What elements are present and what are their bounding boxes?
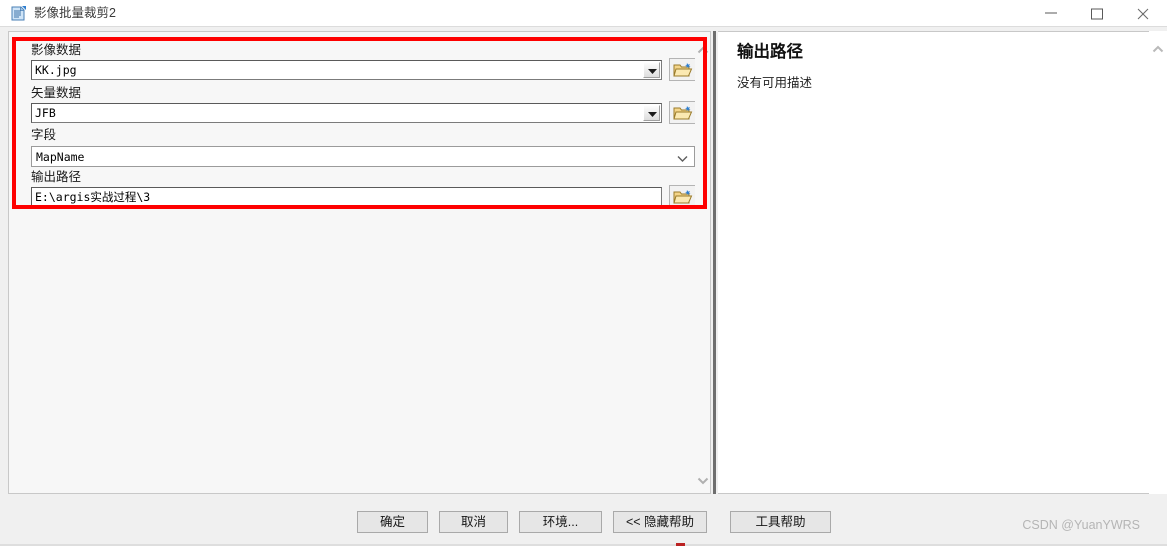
help-panel: 输出路径 没有可用描述 bbox=[718, 31, 1167, 494]
input-output-path[interactable]: E:\argis实战过程\3 bbox=[31, 187, 662, 207]
scroll-up-button[interactable] bbox=[696, 42, 709, 54]
cancel-button[interactable]: 取消 bbox=[439, 511, 508, 533]
csdn-watermark: CSDN @YuanYWRS bbox=[1022, 518, 1140, 532]
minimize-button[interactable] bbox=[1029, 0, 1075, 27]
open-folder-icon bbox=[673, 63, 693, 77]
window-title: 影像批量裁剪2 bbox=[34, 6, 116, 20]
browse-vector-data-button[interactable] bbox=[669, 101, 696, 124]
chevron-down-icon bbox=[677, 156, 688, 162]
input-raster-data[interactable]: KK.jpg bbox=[31, 60, 662, 80]
chevron-up-icon bbox=[697, 46, 708, 54]
input-vector-data[interactable]: JFB bbox=[31, 103, 662, 123]
label-vector-data: 矢量数据 bbox=[31, 86, 82, 100]
browse-raster-data-button[interactable] bbox=[669, 58, 696, 81]
open-folder-icon bbox=[673, 106, 693, 120]
parameters-form: 影像数据 KK.jpg 矢量数据 JFB 字段 MapName 输出路径 E:\… bbox=[9, 32, 704, 493]
minimize-icon bbox=[1045, 12, 1057, 14]
ok-button[interactable]: 确定 bbox=[357, 511, 428, 533]
input-field[interactable]: MapName bbox=[31, 146, 695, 167]
input-field-value: MapName bbox=[36, 150, 85, 164]
raster-data-dropdown-button[interactable] bbox=[643, 62, 660, 78]
tool-help-button[interactable]: 工具帮助 bbox=[730, 511, 831, 533]
maximize-icon bbox=[1091, 8, 1103, 20]
hide-help-button[interactable]: << 隐藏帮助 bbox=[613, 511, 707, 533]
label-output-path: 输出路径 bbox=[31, 170, 82, 184]
close-icon bbox=[1137, 8, 1149, 20]
chevron-up-icon bbox=[1152, 45, 1164, 53]
chevron-down-icon bbox=[697, 477, 708, 485]
close-button[interactable] bbox=[1121, 0, 1167, 27]
script-tool-icon bbox=[9, 4, 28, 23]
tool-dialog-window: 影像批量裁剪2 影像数据 KK.jpg 矢量数据 JFB 字段 MapName … bbox=[0, 0, 1167, 546]
help-scroll-up-button[interactable] bbox=[1152, 41, 1165, 53]
input-output-path-value: E:\argis实战过程\3 bbox=[35, 190, 151, 204]
label-raster-data: 影像数据 bbox=[31, 43, 82, 57]
parameters-panel-scrollbar[interactable] bbox=[695, 31, 711, 494]
help-panel-title: 输出路径 bbox=[737, 43, 803, 61]
help-panel-scrollbar[interactable] bbox=[1149, 31, 1167, 494]
maximize-button[interactable] bbox=[1075, 0, 1121, 27]
input-vector-data-value: JFB bbox=[35, 106, 56, 120]
scroll-down-button[interactable] bbox=[696, 472, 709, 485]
field-dropdown-button[interactable] bbox=[676, 150, 692, 164]
environments-button[interactable]: 环境... bbox=[519, 511, 602, 533]
dialog-footer: 确定 取消 环境... << 隐藏帮助 工具帮助 CSDN @YuanYWRS bbox=[0, 495, 1167, 546]
help-panel-description: 没有可用描述 bbox=[737, 76, 813, 90]
chevron-down-icon bbox=[648, 112, 657, 117]
panel-divider[interactable] bbox=[713, 31, 716, 494]
input-raster-data-value: KK.jpg bbox=[35, 63, 77, 77]
title-bar: 影像批量裁剪2 bbox=[0, 0, 1167, 27]
vector-data-dropdown-button[interactable] bbox=[643, 105, 660, 121]
browse-output-path-button[interactable] bbox=[669, 185, 696, 208]
chevron-down-icon bbox=[648, 69, 657, 74]
label-field: 字段 bbox=[31, 128, 57, 142]
parameters-panel: 影像数据 KK.jpg 矢量数据 JFB 字段 MapName 输出路径 E:\… bbox=[8, 31, 711, 494]
open-folder-icon bbox=[673, 190, 693, 204]
